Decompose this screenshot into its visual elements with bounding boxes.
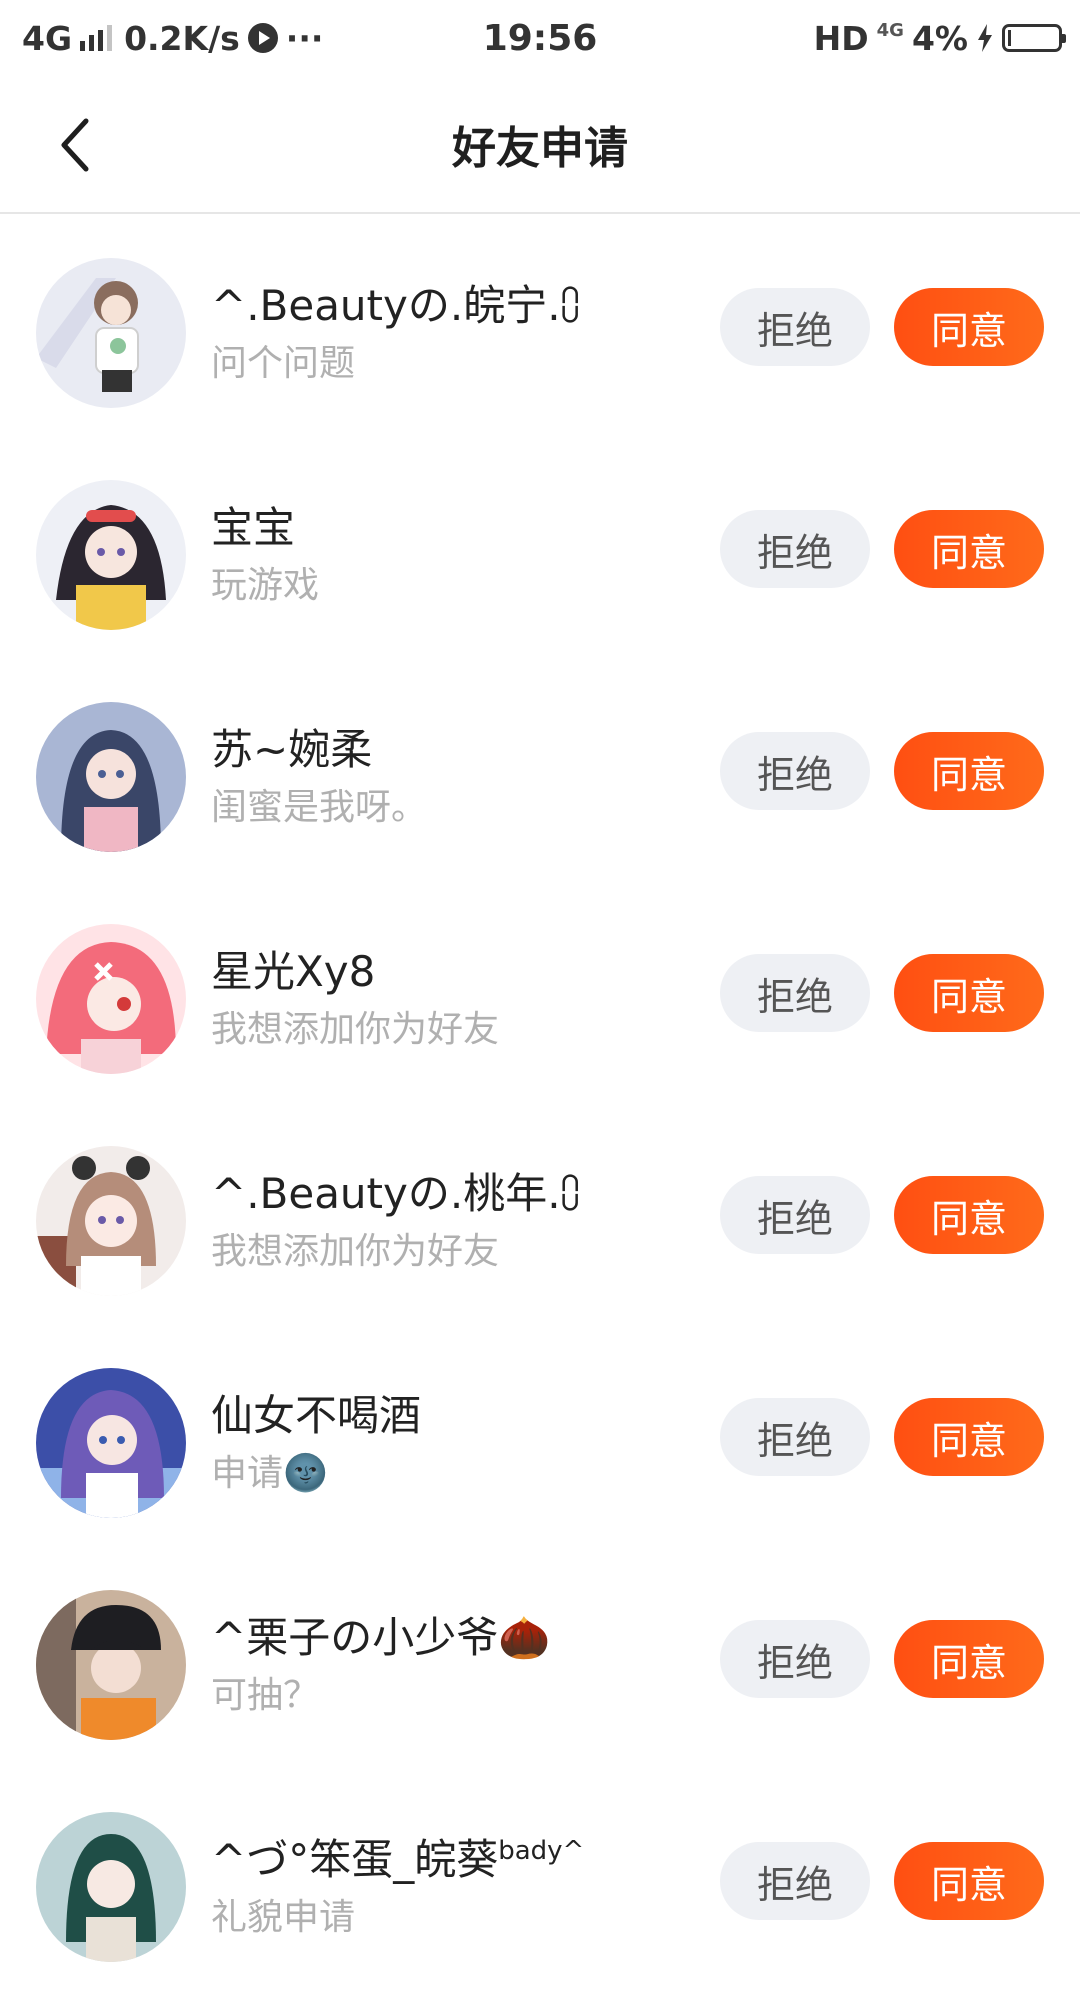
request-message: 问个问题 — [211, 343, 356, 384]
avatar[interactable] — [36, 1368, 186, 1518]
request-message: 可抽？ — [211, 1675, 320, 1716]
avatar[interactable] — [36, 258, 186, 408]
requester-name: ^.Beautyの.桃年.⩇ — [211, 1169, 580, 1218]
page-title: 好友申请 — [452, 123, 628, 174]
requester-name: 宝宝 — [211, 503, 296, 552]
reject-button[interactable]: 拒绝 — [720, 1398, 870, 1476]
request-message: 礼貌申请 — [211, 1897, 356, 1938]
status-right: HD 4G 4% — [813, 0, 1066, 76]
list-item: ^.Beautyの.桃年.⩇ 我想添加你为好友 拒绝 同意 — [0, 1104, 1080, 1326]
requester-name-suffix: bady^ — [498, 1836, 585, 1866]
reject-button[interactable]: 拒绝 — [720, 1176, 870, 1254]
list-item: 苏~婉柔 闺蜜是我呀。 拒绝 同意 — [0, 660, 1080, 882]
accept-button[interactable]: 同意 — [894, 288, 1044, 366]
accept-button[interactable]: 同意 — [894, 732, 1044, 810]
requester-name: ^づ°笨蛋_皖葵bady^ — [211, 1826, 584, 1887]
hd-indicator: HD — [813, 18, 869, 58]
avatar[interactable] — [36, 480, 186, 630]
accept-button[interactable]: 同意 — [894, 510, 1044, 588]
request-message: 闺蜜是我呀。 — [211, 787, 428, 828]
list-item: 仙女不喝酒 申请🌚 拒绝 同意 — [0, 1326, 1080, 1548]
request-message: 我想添加你为好友 — [211, 1009, 500, 1050]
request-message: 玩游戏 — [211, 565, 320, 606]
reject-button[interactable]: 拒绝 — [720, 732, 870, 810]
battery-percent: 4% — [911, 18, 968, 58]
avatar[interactable] — [36, 924, 186, 1074]
list-item: ^.Beautyの.皖宁.⩇ 问个问题 拒绝 同意 — [0, 216, 1080, 438]
list-item: ^づ°笨蛋_皖葵bady^ 礼貌申请 拒绝 同意 — [0, 1770, 1080, 1992]
reject-button[interactable]: 拒绝 — [720, 510, 870, 588]
list-item: ^栗子の小少爷🌰 可抽？ 拒绝 同意 — [0, 1548, 1080, 1770]
requester-name: 苏~婉柔 — [211, 725, 373, 774]
nav-bar: 好友申请 — [0, 76, 1080, 214]
reject-button[interactable]: 拒绝 — [720, 1842, 870, 1920]
avatar[interactable] — [36, 1146, 186, 1296]
battery-icon — [1002, 24, 1066, 52]
charging-icon — [978, 24, 992, 52]
friend-request-list: ^.Beautyの.皖宁.⩇ 问个问题 拒绝 同意 宝宝 玩游戏 拒绝 同意 苏… — [0, 216, 1080, 1992]
avatar[interactable] — [36, 1812, 186, 1962]
reject-button[interactable]: 拒绝 — [720, 1620, 870, 1698]
list-item: 宝宝 玩游戏 拒绝 同意 — [0, 438, 1080, 660]
reject-button[interactable]: 拒绝 — [720, 954, 870, 1032]
reject-button[interactable]: 拒绝 — [720, 288, 870, 366]
accept-button[interactable]: 同意 — [894, 1176, 1044, 1254]
network-small: 4G — [876, 20, 904, 41]
list-item: 星光Xy8 我想添加你为好友 拒绝 同意 — [0, 882, 1080, 1104]
avatar[interactable] — [36, 702, 186, 852]
requester-name: 星光Xy8 — [211, 947, 376, 996]
accept-button[interactable]: 同意 — [894, 1620, 1044, 1698]
requester-name: 仙女不喝酒 — [211, 1391, 422, 1440]
requester-name-text: ^づ°笨蛋_皖葵 — [211, 1835, 499, 1884]
request-message: 申请🌚 — [211, 1453, 328, 1494]
requester-name: ^.Beautyの.皖宁.⩇ — [211, 281, 580, 330]
accept-button[interactable]: 同意 — [894, 954, 1044, 1032]
request-message: 我想添加你为好友 — [211, 1231, 500, 1272]
accept-button[interactable]: 同意 — [894, 1398, 1044, 1476]
accept-button[interactable]: 同意 — [894, 1842, 1044, 1920]
status-bar: 4G 0.2K/s ··· 19:56 HD 4G 4% — [0, 0, 1080, 76]
avatar[interactable] — [36, 1590, 186, 1740]
requester-name: ^栗子の小少爷🌰 — [211, 1613, 551, 1662]
